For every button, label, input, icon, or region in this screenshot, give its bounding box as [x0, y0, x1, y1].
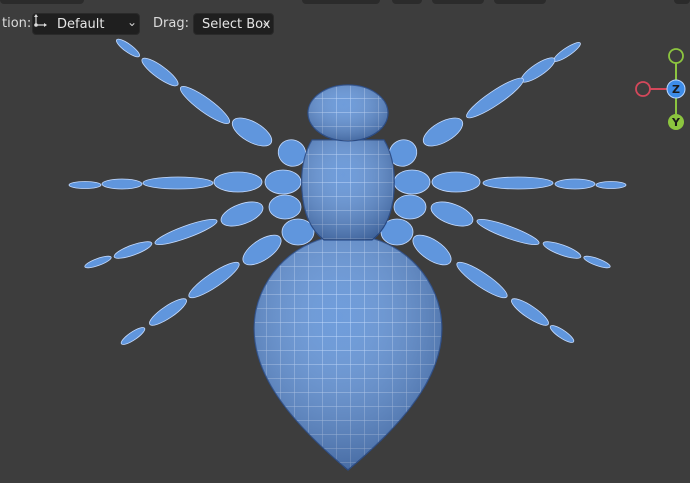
spider-abdomen[interactable]	[253, 234, 443, 471]
gizmo-y-label: Y	[671, 116, 681, 129]
gizmo-y-negative-icon[interactable]	[668, 48, 684, 64]
gizmo-z-label: Z	[672, 83, 680, 96]
spider-leg[interactable]	[384, 40, 582, 172]
spider-mesh[interactable]	[68, 37, 627, 471]
3d-viewport[interactable]: tion: Default ⌄ Drag: Select Box ⌄ Y Z	[0, 0, 690, 483]
spider-leg[interactable]	[114, 37, 310, 172]
gizmo-x-negative-icon[interactable]	[635, 81, 651, 97]
navigation-gizmo[interactable]: Y Z	[635, 48, 686, 130]
spider-head[interactable]	[307, 84, 389, 142]
scene-canvas[interactable]: Y Z	[0, 0, 690, 483]
spider-leg[interactable]	[393, 169, 627, 195]
spider-leg[interactable]	[84, 194, 302, 270]
spider-leg[interactable]	[68, 169, 302, 195]
spider-thorax[interactable]	[301, 139, 395, 241]
